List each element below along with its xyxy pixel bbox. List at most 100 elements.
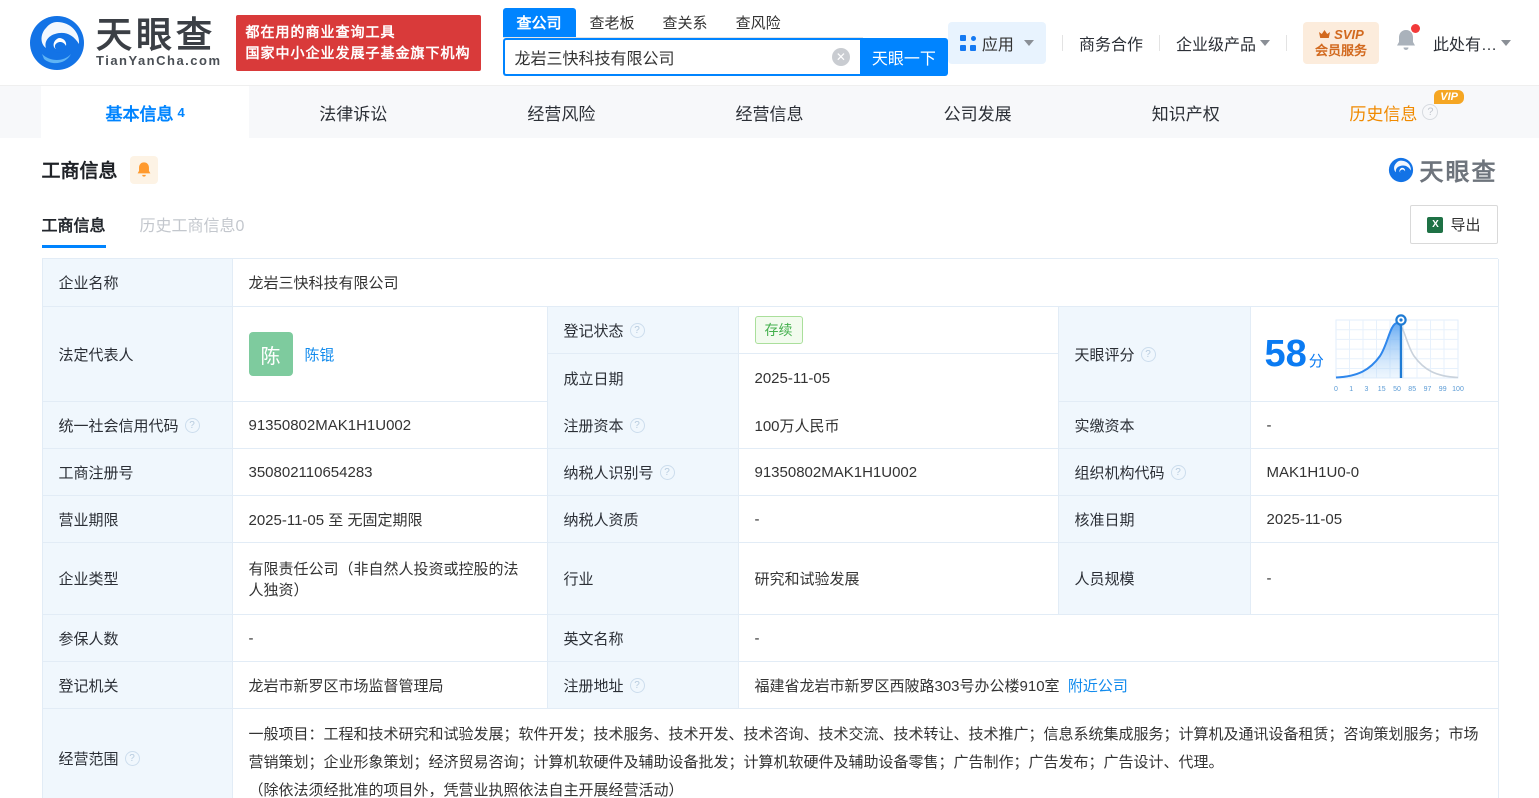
field-label-tianyan-score: 天眼评分? bbox=[1058, 307, 1251, 402]
score-number: 58 bbox=[1264, 333, 1307, 375]
field-value-tianyan-score[interactable]: 58 分 0 1 3 15 50 85 97 99 100 bbox=[1250, 307, 1499, 402]
svg-text:99: 99 bbox=[1439, 386, 1447, 393]
nav-business-coop[interactable]: 商务合作 bbox=[1079, 31, 1143, 55]
apps-menu[interactable]: 应用 bbox=[947, 21, 1046, 64]
chevron-down-icon bbox=[1023, 39, 1034, 46]
divider bbox=[1061, 34, 1063, 51]
svip-member-button[interactable]: SVIP 会员服务 bbox=[1302, 21, 1379, 64]
field-value-reg-authority: 龙岩市新罗区市场监督管理局 bbox=[232, 662, 548, 709]
field-value-industry: 研究和试验发展 bbox=[738, 543, 1059, 615]
search-tabs: 查公司 查老板 查关系 查风险 bbox=[502, 7, 863, 38]
help-icon[interactable]: ? bbox=[629, 677, 645, 693]
svg-text:1: 1 bbox=[1349, 386, 1353, 393]
export-button[interactable]: X 导出 bbox=[1410, 205, 1498, 244]
help-icon[interactable]: ? bbox=[1170, 464, 1186, 480]
notification-dot bbox=[1410, 24, 1420, 33]
field-value-staff-size: - bbox=[1250, 543, 1499, 615]
subtab-business-info[interactable]: 工商信息 bbox=[41, 212, 106, 248]
svg-text:100: 100 bbox=[1452, 386, 1464, 393]
top-header: 天眼查 TianYanCha.com 都在用的商业查询工具 国家中小企业发展子基… bbox=[0, 0, 1539, 85]
tianyancha-logo[interactable]: 天眼查 TianYanCha.com bbox=[28, 14, 222, 72]
tab-legal[interactable]: 法律诉讼 bbox=[249, 86, 457, 138]
excel-icon: X bbox=[1427, 216, 1444, 233]
svg-text:50: 50 bbox=[1393, 386, 1401, 393]
clear-search-icon[interactable]: ✕ bbox=[831, 47, 850, 66]
search-tab-company[interactable]: 查公司 bbox=[502, 7, 576, 37]
field-label-est-date: 成立日期 bbox=[547, 354, 739, 402]
field-value-company-type: 有限责任公司（非自然人投资或控股的法人独资） bbox=[232, 543, 548, 615]
chevron-down-icon bbox=[1259, 39, 1270, 46]
search-button[interactable]: 天眼一下 bbox=[859, 37, 948, 76]
help-icon[interactable]: ? bbox=[1422, 104, 1439, 120]
legal-rep-link[interactable]: 陈锟 bbox=[305, 344, 335, 365]
divider bbox=[1285, 34, 1287, 51]
svg-text:0: 0 bbox=[1334, 386, 1338, 393]
tianyancha-watermark-icon bbox=[1388, 157, 1413, 182]
field-value-reg-number: 350802110654283 bbox=[232, 449, 548, 496]
score-distribution-chart: 0 1 3 15 50 85 97 99 100 bbox=[1334, 314, 1464, 393]
apps-grid-icon bbox=[959, 34, 976, 51]
status-date-pair: 登记状态? 存续 成立日期 2025-11-05 bbox=[547, 307, 1059, 402]
search-tab-boss[interactable]: 查老板 bbox=[576, 8, 649, 37]
subscribe-bell-button[interactable] bbox=[129, 155, 158, 184]
field-value-reg-address: 福建省龙岩市新罗区西陂路303号办公楼910室 附近公司 bbox=[738, 662, 1499, 709]
field-value-paid-capital: - bbox=[1250, 402, 1499, 449]
field-value-reg-status: 存续 bbox=[738, 307, 1058, 354]
field-value-org-code: MAK1H1U0-0 bbox=[1250, 449, 1499, 496]
logo-subtitle: TianYanCha.com bbox=[96, 53, 222, 68]
brand-watermark: 天眼查 bbox=[1388, 152, 1498, 187]
field-label-industry: 行业 bbox=[547, 543, 739, 615]
nearby-companies-link[interactable]: 附近公司 bbox=[1068, 675, 1128, 696]
crown-icon bbox=[1319, 30, 1331, 38]
tab-company-development[interactable]: 公司发展 bbox=[874, 86, 1082, 138]
field-value-company-name: 龙岩三快科技有限公司 bbox=[232, 259, 1499, 307]
svg-text:85: 85 bbox=[1408, 386, 1416, 393]
status-badge: 存续 bbox=[754, 316, 803, 344]
user-menu[interactable]: 此处有… bbox=[1433, 31, 1511, 55]
field-label-company-name: 企业名称 bbox=[42, 259, 233, 307]
field-label-staff-size: 人员规模 bbox=[1058, 543, 1251, 615]
tab-history-info[interactable]: VIP 历史信息 ? bbox=[1290, 86, 1498, 138]
legal-rep-avatar[interactable]: 陈 bbox=[248, 332, 293, 376]
field-label-credit-code: 统一社会信用代码? bbox=[42, 402, 233, 449]
vip-badge: VIP bbox=[1434, 90, 1464, 104]
company-nav-tabs: 基本信息 4 法律诉讼 经营风险 经营信息 公司发展 知识产权 VIP 历史信息 … bbox=[0, 85, 1539, 138]
chevron-down-icon bbox=[1501, 39, 1511, 46]
help-icon[interactable]: ? bbox=[184, 417, 200, 433]
help-icon[interactable]: ? bbox=[124, 751, 140, 766]
tab-operating-risk[interactable]: 经营风险 bbox=[457, 86, 665, 138]
tab-operating-info[interactable]: 经营信息 bbox=[665, 86, 873, 138]
field-value-legal-rep: 陈 陈锟 bbox=[232, 307, 548, 402]
field-value-english-name: - bbox=[738, 615, 1499, 662]
field-value-credit-code: 91350802MAK1H1U002 bbox=[232, 402, 548, 449]
business-scope-note: （除依法须经批准的项目外，凭营业执照依法自主开展经营活动） bbox=[248, 782, 684, 798]
field-value-insured-count: - bbox=[232, 615, 548, 662]
section-title: 工商信息 bbox=[41, 161, 118, 182]
tab-basic-info[interactable]: 基本信息 4 bbox=[41, 86, 250, 138]
tab-intellectual-property[interactable]: 知识产权 bbox=[1082, 86, 1290, 138]
field-label-reg-capital: 注册资本? bbox=[547, 402, 739, 449]
field-value-taxpayer-id: 91350802MAK1H1U002 bbox=[738, 449, 1059, 496]
help-icon[interactable]: ? bbox=[629, 417, 645, 433]
business-info-table: 企业名称 龙岩三快科技有限公司 法定代表人 陈 陈锟 登记状态? 存续 成立日期… bbox=[41, 258, 1499, 798]
field-label-reg-address: 注册地址? bbox=[547, 662, 739, 709]
nav-enterprise-products[interactable]: 企业级产品 bbox=[1176, 31, 1270, 55]
help-icon[interactable]: ? bbox=[659, 464, 675, 480]
svg-text:15: 15 bbox=[1378, 386, 1386, 393]
notification-bell[interactable] bbox=[1395, 24, 1420, 57]
subtab-history-business-info[interactable]: 历史工商信息0 bbox=[140, 212, 245, 248]
search-input[interactable]: 龙岩三快科技有限公司 ✕ bbox=[502, 37, 860, 76]
search-tab-risk[interactable]: 查风险 bbox=[722, 8, 795, 37]
svg-text:97: 97 bbox=[1423, 386, 1431, 393]
field-label-reg-number: 工商注册号 bbox=[42, 449, 233, 496]
help-icon[interactable]: ? bbox=[1140, 346, 1156, 362]
field-label-company-type: 企业类型 bbox=[42, 543, 233, 615]
search-area: 查公司 查老板 查关系 查风险 龙岩三快科技有限公司 ✕ 天眼一下 bbox=[502, 7, 948, 76]
tianyancha-logo-icon bbox=[30, 15, 84, 70]
field-value-reg-capital: 100万人民币 bbox=[738, 402, 1059, 449]
search-tab-relation[interactable]: 查关系 bbox=[649, 8, 722, 37]
field-label-insured-count: 参保人数 bbox=[42, 615, 233, 662]
logo-title: 天眼查 bbox=[96, 14, 217, 55]
help-icon[interactable]: ? bbox=[629, 322, 645, 338]
bell-icon bbox=[137, 162, 150, 177]
